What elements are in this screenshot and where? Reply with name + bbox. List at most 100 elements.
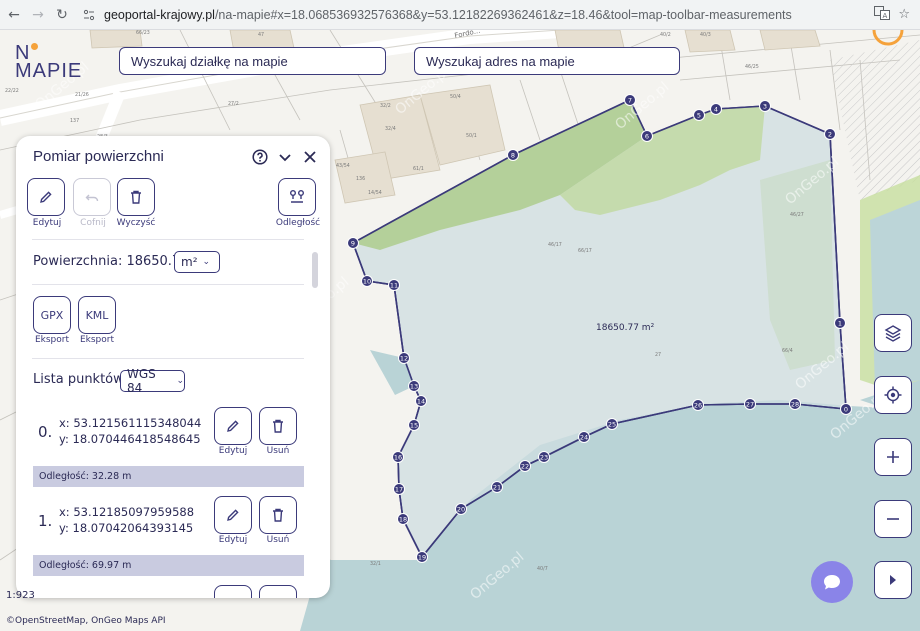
- point-delete-button[interactable]: [259, 496, 297, 534]
- reload-icon[interactable]: ↻: [52, 5, 72, 25]
- distance-button[interactable]: [278, 178, 316, 216]
- parcel-number: 46/27: [790, 212, 804, 218]
- distance-label: Odległość: [275, 218, 321, 228]
- point-edit-button[interactable]: [214, 585, 252, 598]
- vertex-number: 6: [645, 133, 649, 141]
- measurement-panel: Pomiar powierzchni Edytuj Cofnij Wyczyść…: [16, 136, 330, 598]
- vertex-marker-21[interactable]: 21: [491, 481, 503, 493]
- forward-arrow-icon[interactable]: →: [28, 5, 48, 25]
- edit-button[interactable]: [27, 178, 65, 216]
- point-edit-button[interactable]: [214, 407, 252, 445]
- vertex-marker-13[interactable]: 13: [408, 380, 420, 392]
- clear-button[interactable]: [117, 178, 155, 216]
- url-host: geoportal-krajowy.pl: [104, 7, 215, 22]
- point-edit-label: Edytuj: [218, 535, 248, 545]
- point-index: 0.: [38, 423, 53, 441]
- plus-icon: [887, 451, 899, 463]
- svg-text:A: A: [883, 12, 888, 20]
- vertex-marker-20[interactable]: 20: [455, 503, 467, 515]
- vertex-marker-25[interactable]: 25: [606, 418, 618, 430]
- vertex-marker-24[interactable]: 24: [578, 431, 590, 443]
- vertex-number: 18: [399, 516, 407, 524]
- vertex-marker-8[interactable]: 8: [507, 149, 519, 161]
- minus-icon: [887, 518, 899, 520]
- export-kml-button[interactable]: KML: [78, 296, 116, 334]
- vertex-marker-17[interactable]: 17: [393, 483, 405, 495]
- parcel-search-input[interactable]: Wyszukaj działkę na mapie: [119, 47, 386, 75]
- trash-icon: [131, 190, 141, 204]
- vertex-marker-18[interactable]: 18: [397, 513, 409, 525]
- help-icon[interactable]: [251, 148, 269, 166]
- point-delete-label: Usuń: [266, 446, 290, 456]
- vertex-marker-16[interactable]: 16: [392, 451, 404, 463]
- undo-button[interactable]: [73, 178, 111, 216]
- parcel-number: 21/26: [75, 92, 89, 98]
- logo[interactable]: N MAPIE: [15, 43, 82, 81]
- gpx-label: GPX: [40, 308, 64, 322]
- vertex-marker-22[interactable]: 22: [519, 460, 531, 472]
- parcel-number: 43/54: [336, 163, 350, 169]
- collapse-chevron-icon[interactable]: [276, 148, 294, 166]
- vertex-marker-2[interactable]: 2: [824, 128, 836, 140]
- vertex-marker-23[interactable]: 23: [538, 451, 550, 463]
- expand-panel-button[interactable]: [874, 561, 912, 599]
- crs-select[interactable]: WGS 84 ⌄: [120, 367, 185, 395]
- address-search-placeholder: Wyszukaj adres na mapie: [426, 53, 575, 69]
- translate-icon[interactable]: A: [874, 5, 891, 24]
- parcel-number: 40/2: [660, 32, 671, 38]
- area-label: 18650.77 m²: [596, 323, 655, 333]
- vertex-number: 26: [694, 402, 702, 410]
- my-location-button[interactable]: [874, 376, 912, 414]
- layers-icon: [884, 325, 902, 342]
- trash-icon: [273, 419, 283, 433]
- area-unit-select[interactable]: m² ⌄: [174, 251, 220, 273]
- vertex-number: 13: [410, 383, 418, 391]
- parcel-number: 32/2: [380, 103, 391, 109]
- export-gpx-button[interactable]: GPX: [33, 296, 71, 334]
- parcel-number: 46/25: [745, 64, 759, 70]
- area-unit-value: m²: [181, 255, 198, 269]
- vertex-marker-26[interactable]: 26: [692, 399, 704, 411]
- point-edit-button[interactable]: [214, 496, 252, 534]
- vertex-marker-1[interactable]: 1: [834, 317, 846, 329]
- vertex-marker-10[interactable]: 10: [361, 275, 373, 287]
- vertex-marker-3[interactable]: 3: [759, 100, 771, 112]
- zoom-in-button[interactable]: [874, 438, 912, 476]
- vertex-number: 9: [351, 240, 355, 248]
- vertex-marker-11[interactable]: 11: [388, 279, 400, 291]
- vertex-marker-9[interactable]: 9: [347, 237, 359, 249]
- point-x: x: 53.121561115348044: [59, 416, 202, 430]
- parcel-number: 47: [258, 32, 264, 38]
- distance-pins-icon: [290, 190, 304, 203]
- zoom-out-button[interactable]: [874, 500, 912, 538]
- vertex-marker-28[interactable]: 28: [789, 398, 801, 410]
- vertex-marker-5[interactable]: 5: [693, 109, 705, 121]
- vertex-marker-4[interactable]: 4: [710, 103, 722, 115]
- parcel-number: 61/1: [413, 166, 424, 172]
- vertex-marker-19[interactable]: 19: [416, 551, 428, 563]
- vertex-number: 12: [400, 355, 408, 363]
- parcel-number: 50/4: [450, 94, 461, 100]
- point-delete-button[interactable]: [259, 585, 297, 598]
- layers-button[interactable]: [874, 314, 912, 352]
- point-coordinates: x: 53.121561115348044 y: 18.070446418548…: [59, 415, 201, 447]
- vertex-marker-27[interactable]: 27: [744, 398, 756, 410]
- vertex-marker-6[interactable]: 6: [641, 130, 653, 142]
- back-arrow-icon[interactable]: ←: [4, 5, 24, 25]
- vertex-marker-15[interactable]: 15: [408, 419, 420, 431]
- panel-scrollbar[interactable]: [312, 252, 318, 288]
- url-path: /na-mapie#x=18.068536932576368&y=53.1218…: [214, 7, 792, 22]
- site-settings-icon[interactable]: [80, 6, 98, 24]
- vertex-marker-14[interactable]: 14: [415, 395, 427, 407]
- vertex-marker-12[interactable]: 12: [398, 352, 410, 364]
- chat-button[interactable]: [811, 561, 853, 603]
- close-icon[interactable]: [301, 148, 319, 166]
- point-index: 1.: [38, 512, 53, 530]
- parcel-number: 66/4: [782, 348, 793, 354]
- pencil-icon: [227, 420, 239, 432]
- point-delete-button[interactable]: [259, 407, 297, 445]
- address-search-input[interactable]: Wyszukaj adres na mapie: [414, 47, 680, 75]
- vertex-number: 8: [511, 152, 515, 160]
- address-bar[interactable]: geoportal-krajowy.pl/na-mapie#x=18.06853…: [80, 4, 874, 26]
- bookmark-star-icon[interactable]: ☆: [898, 7, 910, 22]
